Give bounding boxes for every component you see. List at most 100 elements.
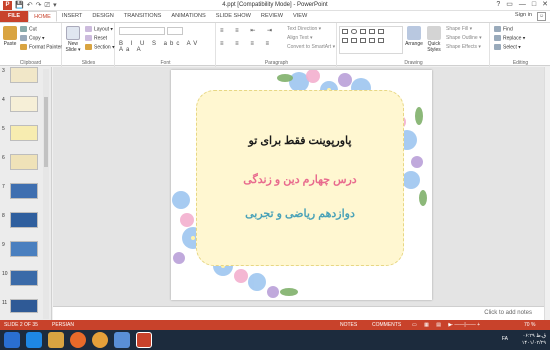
convert-smartart-button[interactable]: Convert to SmartArt ▾: [287, 44, 335, 50]
brush-icon: [20, 44, 27, 50]
tab-review[interactable]: REVIEW: [256, 11, 288, 22]
help-icon[interactable]: ?: [496, 0, 500, 10]
close-icon[interactable]: ✕: [542, 0, 548, 10]
format-painter-button[interactable]: Format Painter: [20, 44, 62, 50]
tab-insert[interactable]: INSERT: [57, 11, 87, 22]
system-tray[interactable]: ۰۶:۲۹ ق.ظ ۱۴۰۱/۰۲/۲۹: [522, 333, 546, 347]
section-button[interactable]: Section ▾: [85, 44, 115, 50]
shape-arrow-icon[interactable]: [369, 29, 375, 34]
select-button[interactable]: Select ▾: [494, 44, 521, 50]
taskbar: ۰۶:۲۹ ق.ظ ۱۴۰۱/۰۲/۲۹ FA: [0, 330, 550, 350]
arrange-button[interactable]: Arrange: [405, 26, 423, 47]
minimize-icon[interactable]: —: [519, 0, 526, 10]
shape-callout-icon[interactable]: [360, 38, 366, 43]
shape-rect-icon[interactable]: [342, 29, 348, 34]
shapes-gallery[interactable]: [339, 26, 403, 54]
slide-subtitle-grade[interactable]: دوازدهم ریاضی و تجربی: [196, 207, 404, 220]
reset-button[interactable]: Reset: [85, 35, 107, 41]
firefox-icon[interactable]: [70, 332, 86, 348]
shape-brace-icon[interactable]: [369, 38, 375, 43]
align-buttons[interactable]: ≡ ≡ ≡ ≡: [220, 41, 274, 47]
slide-thumbnail-9[interactable]: [10, 241, 38, 257]
language-indicator[interactable]: PERSIAN: [52, 320, 74, 330]
account-icon[interactable]: ☺: [537, 12, 546, 21]
slide-thumbnail-7[interactable]: [10, 183, 38, 199]
scrollbar-thumb[interactable]: [44, 97, 48, 167]
notes-toggle[interactable]: NOTES: [340, 320, 357, 330]
slide-thumbnail-6[interactable]: [10, 154, 38, 170]
slide-thumbnail-10[interactable]: [10, 270, 38, 286]
media-player-icon[interactable]: [92, 332, 108, 348]
status-bar: SLIDE 2 OF 35 PERSIAN NOTES COMMENTS ▭ ▦…: [0, 320, 550, 330]
shape-fill-button[interactable]: Shape Fill ▾: [446, 26, 472, 32]
paste-button[interactable]: Paste: [3, 26, 17, 47]
powerpoint-taskbar-icon[interactable]: [136, 332, 152, 348]
comments-toggle[interactable]: COMMENTS: [372, 320, 401, 330]
tab-file[interactable]: FILE: [0, 11, 29, 22]
slide-counter: SLIDE 2 OF 35: [4, 322, 38, 328]
tab-design[interactable]: DESIGN: [87, 11, 118, 22]
shape-star-icon[interactable]: [378, 29, 384, 34]
list-buttons[interactable]: ≡ ≡ ⇤ ⇥: [220, 27, 277, 34]
shape-oval-icon[interactable]: [351, 29, 357, 34]
reset-icon: [85, 35, 92, 41]
slide-thumbnail-8[interactable]: [10, 212, 38, 228]
cut-button[interactable]: Cut: [20, 26, 37, 32]
thumbnail-number: 8: [2, 213, 5, 219]
internet-explorer-icon[interactable]: [26, 332, 42, 348]
thumbnail-number: 10: [2, 271, 8, 277]
tab-animations[interactable]: ANIMATIONS: [166, 11, 210, 22]
app-icon[interactable]: [114, 332, 130, 348]
clock-date: ۱۴۰۱/۰۲/۲۹: [521, 340, 546, 346]
tab-transitions[interactable]: TRANSITIONS: [119, 11, 167, 22]
input-language[interactable]: FA: [502, 336, 508, 342]
new-slide-button[interactable]: New Slide ▾: [65, 26, 81, 53]
tab-home[interactable]: HOME: [28, 11, 57, 22]
layout-button[interactable]: Layout ▾: [85, 26, 113, 32]
editing-scrollbar[interactable]: [544, 67, 550, 320]
notes-pane[interactable]: Click to add notes: [53, 306, 544, 320]
paste-icon: [3, 26, 17, 40]
arrange-icon: [407, 26, 421, 40]
text-direction-button[interactable]: Text Direction ▾: [287, 26, 321, 32]
slide-title[interactable]: پاورپوینت فقط برای تو: [196, 134, 404, 147]
maximize-icon[interactable]: □: [532, 0, 536, 10]
scissors-icon: [20, 26, 27, 32]
font-name-dropdown[interactable]: [119, 27, 165, 35]
zoom-level[interactable]: 70 %: [524, 320, 535, 330]
shape-curve-icon[interactable]: [351, 38, 357, 43]
font-format-buttons[interactable]: B I U S abc AV Aa A: [119, 41, 215, 53]
replace-button[interactable]: Replace ▾: [494, 35, 525, 41]
tab-view[interactable]: VIEW: [288, 11, 312, 22]
slide-thumbnail-5[interactable]: [10, 125, 38, 141]
slides-label: Slides: [81, 60, 96, 66]
paragraph-label: Paragraph: [264, 60, 289, 66]
slide-thumbnail-4[interactable]: [10, 96, 38, 112]
zoom-slider[interactable]: — ——|—— +: [448, 320, 480, 330]
ribbon: Paste Cut Copy ▾ Format Painter Clipboar…: [0, 22, 550, 67]
sign-in-link[interactable]: Sign in: [515, 12, 532, 18]
tab-slide-show[interactable]: SLIDE SHOW: [211, 11, 256, 22]
align-text-button[interactable]: Align Text ▾: [287, 35, 313, 41]
slide-thumbnail-3[interactable]: [10, 67, 38, 83]
copy-button[interactable]: Copy ▾: [20, 35, 45, 41]
slide-thumbnail-11[interactable]: [10, 299, 38, 313]
clipboard-label: Clipboard: [19, 60, 42, 66]
find-button[interactable]: Find: [494, 26, 513, 32]
clipboard-group: Paste Cut Copy ▾ Format Painter Clipboar…: [0, 23, 62, 67]
shape-triangle-icon[interactable]: [342, 38, 348, 43]
slide-subtitle-lesson[interactable]: درس چهارم دین و زندگی: [196, 173, 404, 186]
quick-styles-button[interactable]: Quick Styles: [425, 26, 443, 53]
font-size-dropdown[interactable]: [167, 27, 183, 35]
file-explorer-icon[interactable]: [48, 332, 64, 348]
replace-icon: [494, 35, 501, 41]
shape-line-icon[interactable]: [360, 29, 366, 34]
shape-effects-button[interactable]: Shape Effects ▾: [446, 44, 481, 50]
shape-outline-button[interactable]: Shape Outline ▾: [446, 35, 482, 41]
section-icon: [85, 44, 92, 50]
current-slide[interactable]: پاورپوینت فقط برای تو درس چهارم دین و زن…: [171, 70, 432, 300]
start-icon[interactable]: [4, 332, 20, 348]
thumbnail-scrollbar[interactable]: [43, 69, 49, 319]
ribbon-display-icon[interactable]: ▭: [506, 0, 513, 10]
shape-heart-icon[interactable]: [378, 38, 384, 43]
